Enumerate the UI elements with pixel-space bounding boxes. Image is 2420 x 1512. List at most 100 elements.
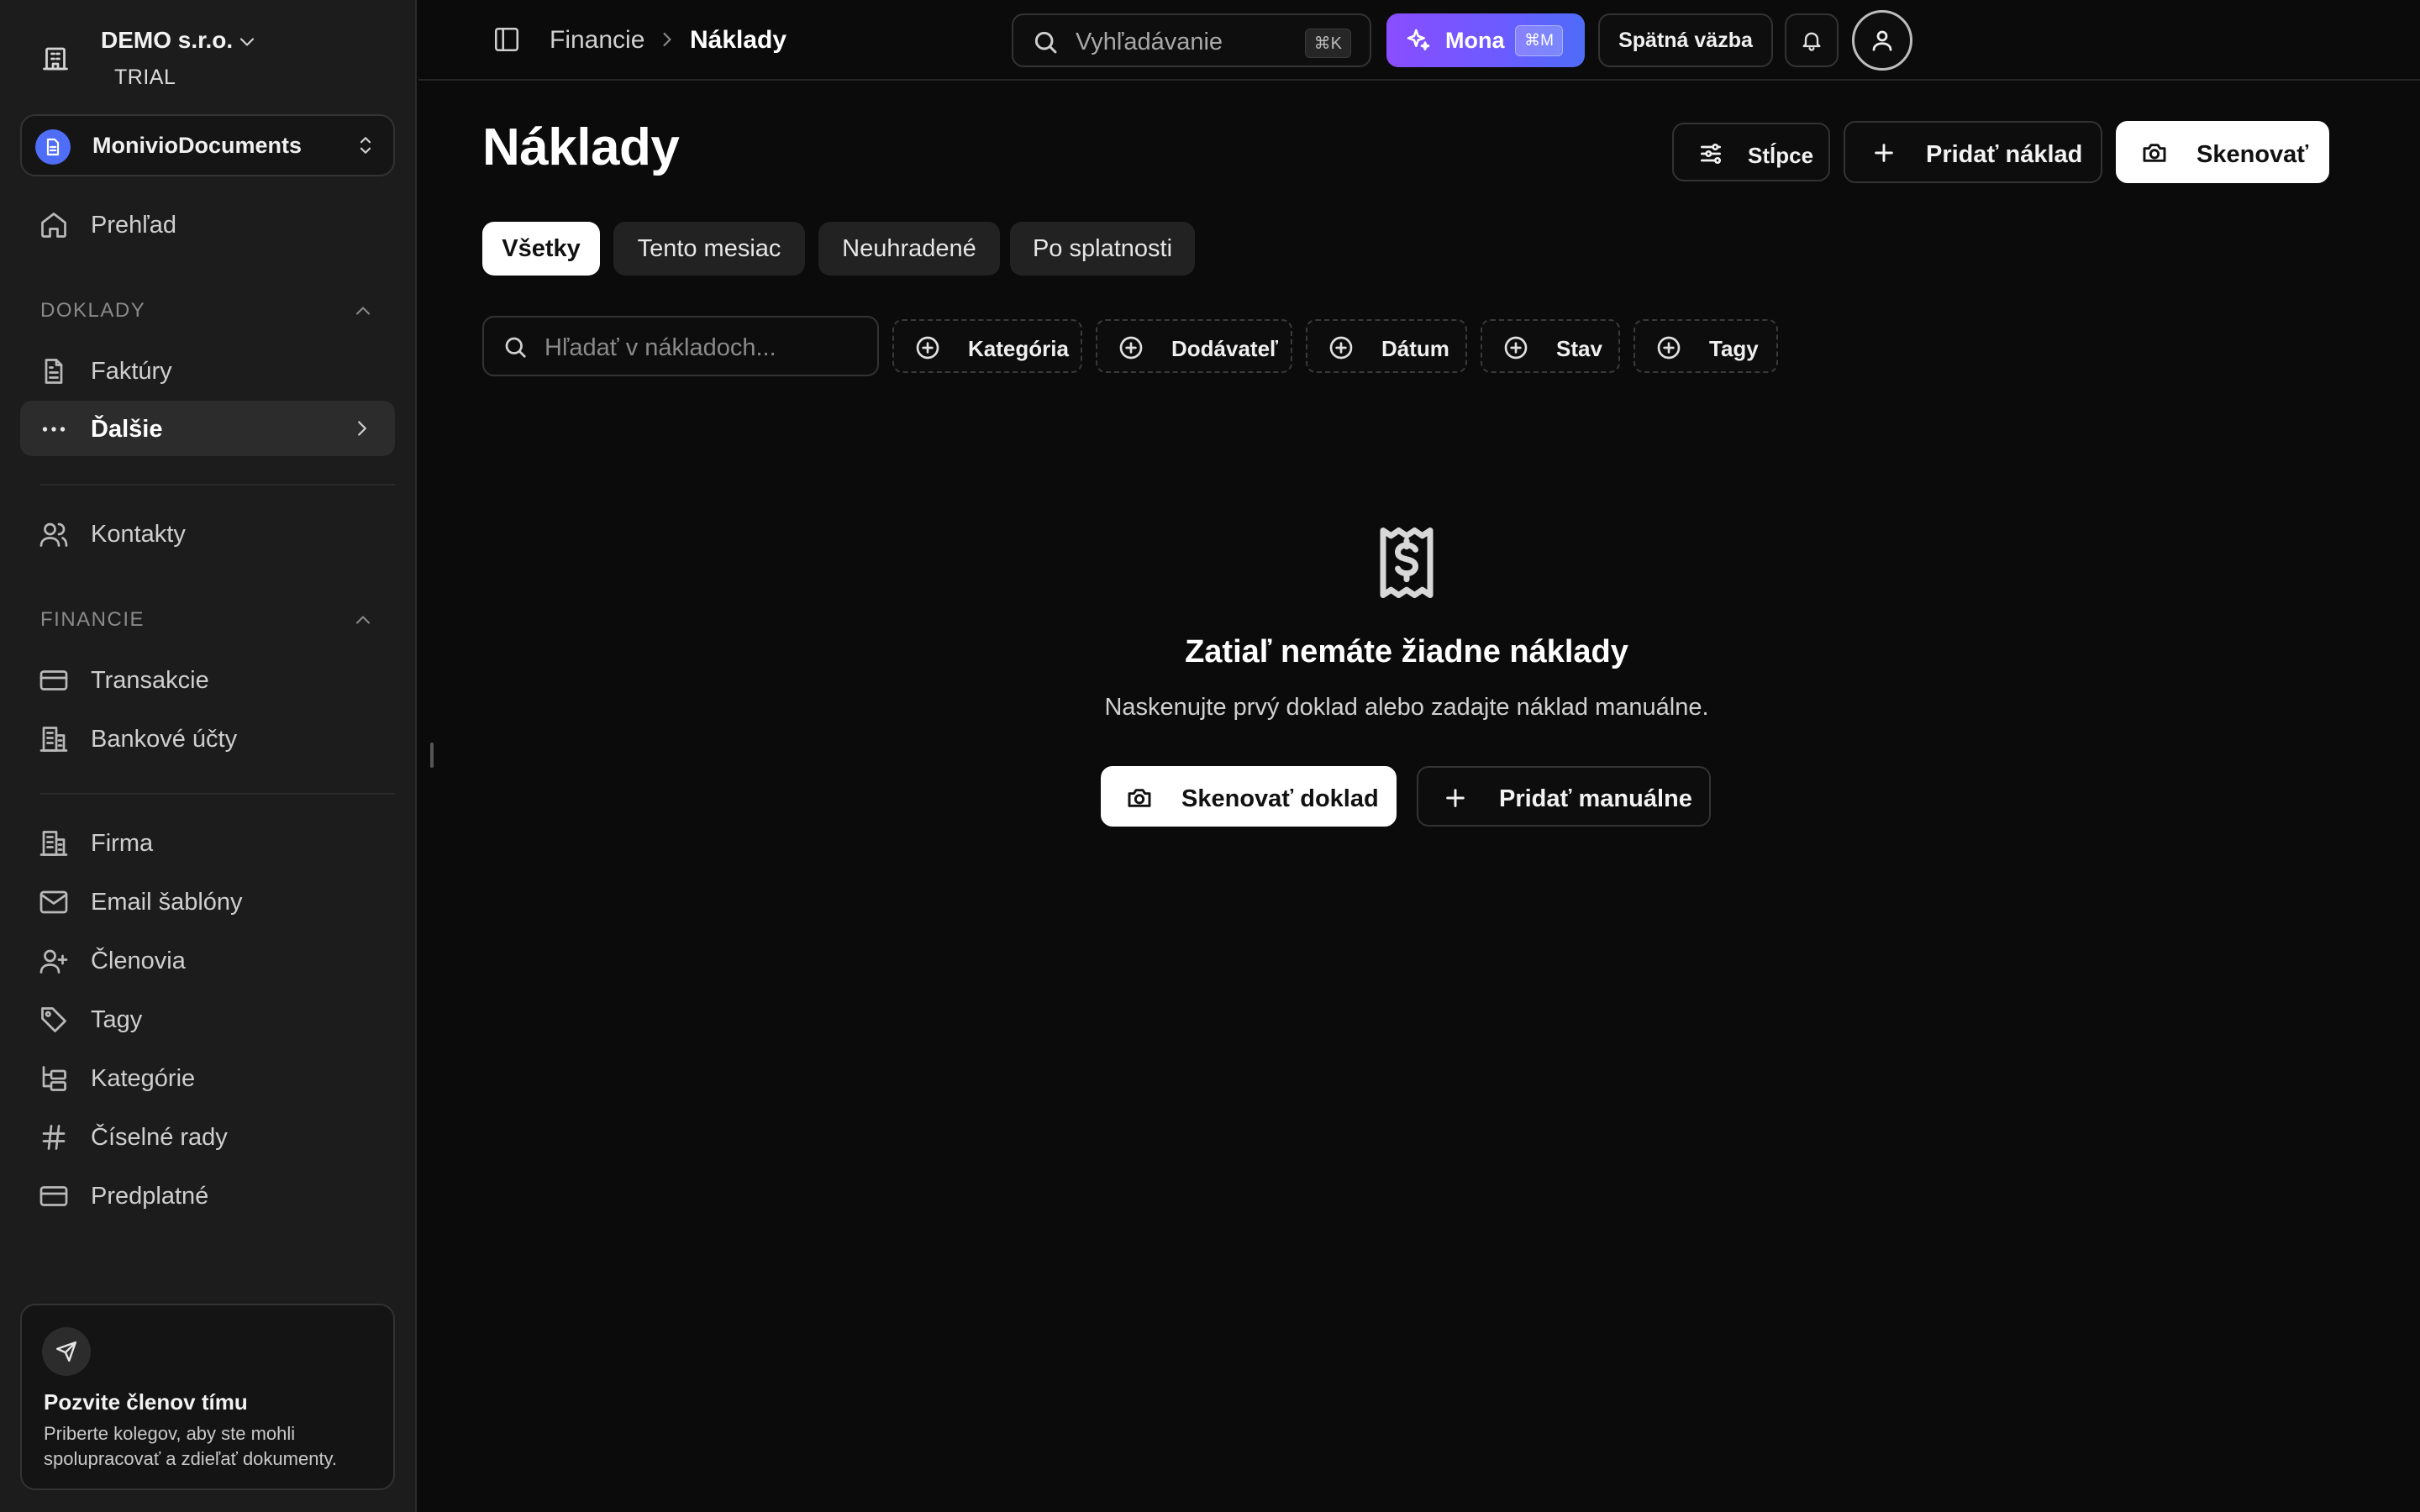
sidebar-item-invoices[interactable]: Faktúry [20, 343, 395, 398]
organization-switcher[interactable]: DEMO s.r.o. TRIAL [20, 20, 397, 97]
sidebar-item-label: Kontakty [91, 521, 186, 548]
chevrons-up-down-icon [353, 133, 378, 158]
breadcrumb-current: Náklady [690, 26, 787, 54]
user-plus-icon [39, 946, 69, 976]
filter-date[interactable]: Dátum [1306, 319, 1467, 373]
bell-icon [1802, 32, 1821, 51]
sidebar-item-contacts[interactable]: Kontakty [20, 506, 395, 561]
filter-label: Tagy [1709, 336, 1759, 361]
search-icon [1032, 29, 1059, 55]
receipt-icon [1371, 524, 1442, 601]
workspace-switcher[interactable]: MonivioDocuments [20, 114, 395, 176]
tab-this-month[interactable]: Tento mesiac [613, 222, 805, 276]
columns-label: Stĺpce [1748, 143, 1814, 168]
filter-status[interactable]: Stav [1481, 319, 1620, 373]
users-icon [39, 519, 69, 549]
empty-state-title: Zatiaľ nemáte žiadne náklady [1185, 634, 1628, 669]
sidebar-item-more[interactable]: Ďalšie [20, 401, 395, 456]
hash-icon [39, 1122, 69, 1152]
plus-circle-icon [1118, 334, 1144, 361]
bank-building-icon [39, 724, 69, 754]
sidebar: DEMO s.r.o. TRIAL MonivioDocuments Prehľ… [0, 0, 417, 1512]
credit-card-icon [39, 665, 69, 696]
sidebar-divider [40, 793, 395, 795]
sidebar-resize-handle[interactable] [430, 743, 434, 768]
sidebar-item-label: Ďalšie [91, 416, 163, 443]
tag-icon [39, 1005, 69, 1035]
filter-label: Stav [1556, 336, 1602, 361]
sidebar-item-label: Tagy [91, 1006, 143, 1033]
tab-overdue[interactable]: Po splatnosti [1010, 222, 1195, 276]
add-manually-button[interactable]: Pridať manuálne [1417, 766, 1711, 827]
sidebar-item-label: Transakcie [91, 667, 209, 694]
sidebar-item-label: Prehľad [91, 212, 176, 239]
building-icon [39, 828, 69, 858]
chevron-right-icon [350, 416, 375, 441]
search-icon [502, 334, 528, 360]
scan-label: Skenovať [2196, 141, 2309, 168]
sidebar-item-tags[interactable]: Tagy [20, 991, 395, 1047]
plus-circle-icon [1502, 334, 1529, 361]
building-icon [40, 44, 71, 74]
global-search-input[interactable]: Vyhľadávanie ⌘K [1012, 13, 1371, 67]
sidebar-item-transactions[interactable]: Transakcie [20, 652, 395, 707]
sidebar-item-email-templates[interactable]: Email šablóny [20, 874, 395, 929]
add-expense-label: Pridať náklad [1926, 141, 2083, 168]
sidebar-toggle-icon[interactable] [492, 25, 521, 54]
tab-all[interactable]: Všetky [482, 222, 600, 276]
folder-tree-icon [39, 1063, 69, 1094]
workspace-name: MonivioDocuments [92, 133, 302, 158]
sidebar-item-label: Faktúry [91, 358, 172, 385]
document-icon [35, 129, 71, 165]
file-text-icon [39, 356, 69, 386]
page-title: Náklady [482, 118, 680, 176]
camera-icon [1126, 785, 1153, 811]
breadcrumb-parent[interactable]: Financie [550, 26, 644, 55]
sidebar-item-label: Bankové účty [91, 726, 238, 753]
add-manually-label: Pridať manuálne [1499, 785, 1692, 812]
scan-button[interactable]: Skenovať [2116, 121, 2329, 183]
add-expense-button[interactable]: Pridať náklad [1844, 121, 2102, 183]
sidebar-item-overview[interactable]: Prehľad [20, 197, 395, 252]
sidebar-divider [40, 484, 395, 486]
columns-button[interactable]: Stĺpce [1672, 123, 1830, 181]
home-icon [39, 210, 69, 240]
notifications-button[interactable] [1785, 13, 1839, 67]
filter-category[interactable]: Kategória [892, 319, 1082, 373]
sidebar-item-label: Číselné rady [91, 1124, 228, 1151]
section-header-documents: DOKLADY [40, 299, 146, 322]
sidebar-item-categories[interactable]: Kategórie [20, 1050, 395, 1105]
sidebar-item-bank-accounts[interactable]: Bankové účty [20, 711, 395, 766]
sidebar-item-company[interactable]: Firma [20, 815, 395, 870]
plus-circle-icon [914, 334, 941, 361]
chevron-up-icon[interactable] [351, 608, 375, 632]
search-placeholder: Vyhľadávanie [1076, 29, 1223, 55]
plus-circle-icon [1655, 334, 1682, 361]
credit-card-icon [39, 1181, 69, 1211]
plan-badge: TRIAL [114, 66, 176, 89]
section-header-finance: FINANCIE [40, 608, 145, 631]
user-avatar[interactable] [1852, 10, 1912, 71]
filter-label: Dodávateľ [1171, 336, 1279, 361]
scan-document-button[interactable]: Skenovať doklad [1101, 766, 1397, 827]
chevron-down-icon [235, 30, 259, 54]
assistant-button[interactable]: Mona ⌘M [1386, 13, 1585, 67]
expense-search-input[interactable]: Hľadať v nákladoch... [482, 316, 879, 376]
invite-team-card[interactable]: Pozvite členov tímu Priberte kolegov, ab… [20, 1304, 395, 1490]
filter-tags[interactable]: Tagy [1634, 319, 1778, 373]
invite-title: Pozvite členov tímu [44, 1389, 248, 1415]
assistant-label: Mona [1445, 28, 1505, 53]
tab-unpaid[interactable]: Neuhradené [818, 222, 1000, 276]
sidebar-item-number-series[interactable]: Číselné rady [20, 1109, 395, 1164]
sidebar-item-members[interactable]: Členovia [20, 932, 395, 988]
chevron-up-icon[interactable] [351, 299, 375, 323]
filter-supplier[interactable]: Dodávateľ [1096, 319, 1292, 373]
plus-circle-icon [1328, 334, 1355, 361]
filter-label: Dátum [1381, 336, 1449, 361]
sidebar-item-subscription[interactable]: Predplatné [20, 1168, 395, 1223]
plus-icon [1442, 785, 1469, 811]
feedback-button[interactable]: Spätná väzba [1598, 13, 1773, 67]
assistant-shortcut: ⌘M [1515, 25, 1563, 56]
invite-text: Priberte kolegov, aby ste mohli spolupra… [44, 1423, 338, 1469]
mail-icon [39, 887, 69, 917]
